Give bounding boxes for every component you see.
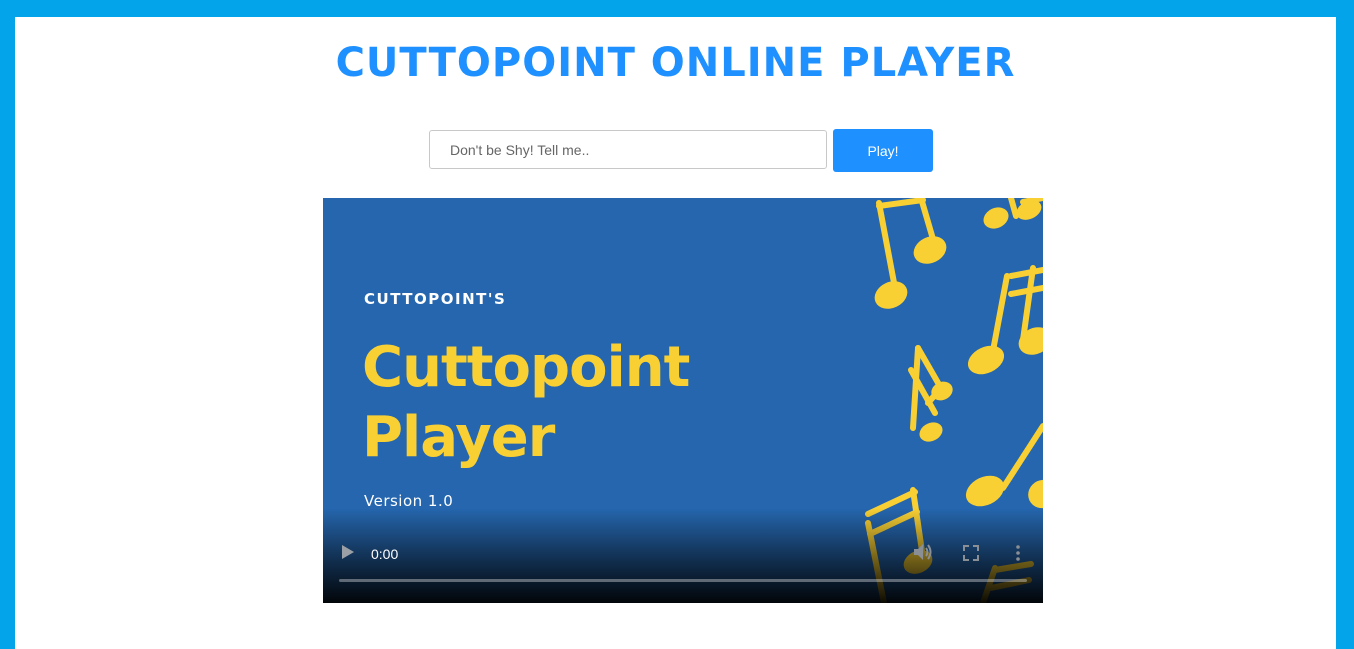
poster-title-line2: Player [362,405,555,470]
poster-title: Cuttopoint Player [362,333,762,473]
volume-icon[interactable] [911,541,935,563]
poster-kicker: CUTTOPOINT'S [364,290,507,308]
poster-title-line1: Cuttopoint [362,335,690,400]
play-button[interactable]: Play! [833,129,933,172]
progress-bar[interactable] [339,579,1027,582]
search-input[interactable] [429,130,827,169]
play-icon[interactable] [337,541,359,563]
page-title: CUTTOPOINT ONLINE PLAYER [335,40,1016,86]
fullscreen-icon[interactable] [960,543,982,563]
video-controls-bar [323,508,1043,603]
current-time: 0:00 [371,546,399,562]
more-options-icon[interactable] [1009,542,1027,564]
main-panel: CUTTOPOINT ONLINE PLAYER Play! [15,17,1336,649]
video-player[interactable]: CUTTOPOINT'S Cuttopoint Player Version 1… [323,198,1043,603]
